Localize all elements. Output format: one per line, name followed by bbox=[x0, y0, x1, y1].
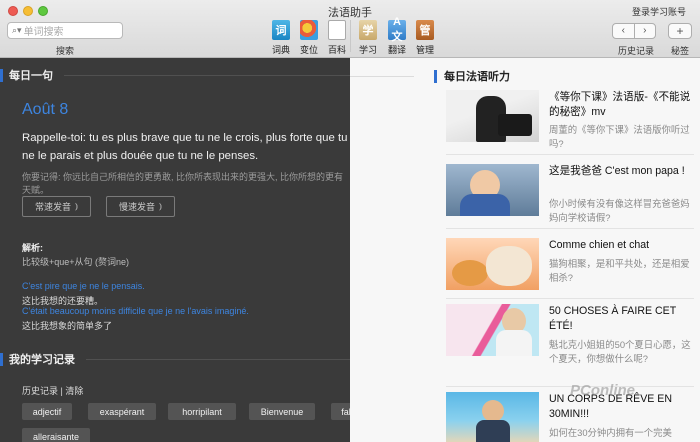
divider bbox=[350, 76, 414, 77]
item-title: 这是我爸爸 C'est mon papa ! bbox=[549, 165, 685, 177]
history-caption: 历史记录 bbox=[617, 46, 654, 56]
history-word-chip[interactable]: adjectif bbox=[22, 403, 72, 420]
button-label: 常速发音 bbox=[34, 202, 71, 212]
search-placeholder: 单词搜索 bbox=[23, 27, 64, 38]
divider bbox=[446, 154, 694, 155]
item-description: 周董的《等你下课》法语版你听过吗? bbox=[549, 124, 690, 149]
sentence-french: Rappelle-toi: tu es plus brave que tu ne… bbox=[22, 132, 348, 162]
history-word-chip[interactable]: fable bbox=[331, 403, 350, 420]
slow-speed-audio-button[interactable]: 慢速发音 ⦆ bbox=[106, 196, 175, 217]
listening-heading: 每日法语听力 bbox=[434, 68, 510, 84]
tool-dictionary-button[interactable]: 词 词典 bbox=[268, 20, 294, 56]
tool-label: 学习 bbox=[358, 45, 377, 55]
normal-speed-audio-button[interactable]: 常速发音 ⦆ bbox=[22, 196, 91, 217]
tool-label: 词典 bbox=[271, 45, 290, 55]
sentence-date: Août 8 bbox=[22, 101, 69, 118]
add-note-caption: 秘签 bbox=[670, 46, 689, 56]
tool-translate-button[interactable]: A文 翻译 bbox=[384, 16, 410, 56]
listening-item[interactable]: 50 CHOSES À FAIRE CET ÉTÉ! 魁北克小姐姐的50个夏日心… bbox=[446, 304, 694, 364]
history-heading: 我的学习记录 bbox=[0, 351, 75, 367]
dictionary-icon: 词 bbox=[272, 20, 290, 40]
learn-icon: 学 bbox=[359, 20, 377, 40]
analysis-title: 解析: bbox=[22, 243, 43, 253]
heading-accent bbox=[434, 69, 437, 83]
sound-wave-icon: ⦆ bbox=[159, 201, 162, 211]
manage-icon: 管 bbox=[416, 20, 434, 40]
window-title: 法语助手 bbox=[328, 7, 372, 19]
tool-label: 管理 bbox=[415, 45, 434, 55]
divider bbox=[446, 298, 694, 299]
example-french: C'est pire que je ne le pensais. bbox=[22, 281, 145, 291]
item-title: Comme chien et chat bbox=[549, 239, 650, 251]
item-description: 魁北克小姐姐的50个夏日心愿，这个夏天，你想做什么呢? bbox=[549, 339, 691, 364]
toolbar-divider bbox=[350, 20, 351, 52]
watermark: PConline bbox=[570, 382, 636, 399]
listening-pane: 每日法语听力 《等你下课》法语版-《不能说的秘密》mv 周董的《等你下课》法语版… bbox=[350, 58, 700, 442]
search-caption: 搜索 bbox=[55, 46, 74, 56]
video-thumbnail bbox=[446, 304, 539, 356]
login-link[interactable]: 登录学习账号 bbox=[632, 5, 686, 18]
tool-conjugation-button[interactable]: 变位 bbox=[296, 20, 322, 56]
conjugation-icon bbox=[300, 20, 318, 40]
history-word-chip[interactable]: exaspérant bbox=[88, 403, 156, 420]
analysis-body: 比较级+que+从句 (赘词ne) bbox=[22, 257, 130, 267]
item-title: 50 CHOSES À FAIRE CET ÉTÉ! bbox=[549, 305, 676, 332]
item-description: 如何在30分钟内拥有一个完美 bbox=[549, 427, 672, 438]
listening-item[interactable]: UN CORPS DE RÊVE EN 30MIN!!! 如何在30分钟内拥有一… bbox=[446, 392, 694, 442]
tool-label: 翻译 bbox=[387, 45, 406, 55]
divider bbox=[64, 75, 350, 76]
video-thumbnail bbox=[446, 392, 539, 442]
listening-item[interactable]: Comme chien et chat 猫狗相聚，是和平共处，还是相爱相杀? bbox=[446, 238, 694, 296]
search-icon: ⌕▾ bbox=[12, 25, 22, 35]
tool-label: 百科 bbox=[327, 45, 346, 55]
video-thumbnail bbox=[446, 90, 539, 142]
item-title: 《等你下课》法语版-《不能说的秘密》mv bbox=[549, 91, 691, 118]
item-description: 你小时候有没有像这样冒充爸爸妈妈向学校请假? bbox=[549, 198, 690, 223]
toolbar: 法语助手 ⌕▾ 单词搜索 搜索 词 词典 变位 W 百科 学 学习 A文 翻译 … bbox=[0, 0, 700, 58]
daily-sentence-pane: 每日一句 Août 8 Rappelle-toi: tu es plus bra… bbox=[0, 58, 350, 442]
sound-wave-icon: ⦆ bbox=[75, 201, 78, 211]
forward-button[interactable]: › bbox=[633, 24, 656, 38]
search-input[interactable]: ⌕▾ 单词搜索 bbox=[7, 22, 123, 39]
sentence-translation: 你要记得: 你远比自己所相信的更勇敢, 比你所表现出来的更强大, 比你所想的更有… bbox=[22, 172, 344, 195]
heading-text: 每日法语听力 bbox=[444, 71, 510, 83]
video-thumbnail bbox=[446, 164, 539, 216]
example-chinese: 这比我想象的简单多了 bbox=[22, 321, 113, 331]
heading-text: 每日一句 bbox=[9, 70, 53, 82]
listening-item[interactable]: 《等你下课》法语版-《不能说的秘密》mv 周董的《等你下课》法语版你听过吗? bbox=[446, 90, 694, 149]
translate-icon: A文 bbox=[388, 16, 406, 43]
add-note-button[interactable]: + bbox=[668, 23, 692, 39]
item-description: 猫狗相聚，是和平共处，还是相爱相杀? bbox=[549, 258, 690, 283]
daily-sentence-heading: 每日一句 bbox=[0, 67, 53, 83]
back-button[interactable]: ‹ bbox=[613, 24, 634, 38]
history-word-chip[interactable]: alleraisante bbox=[22, 428, 90, 442]
history-word-chip[interactable]: Bienvenue bbox=[249, 403, 315, 420]
listening-item[interactable]: 这是我爸爸 C'est mon papa ! 你小时候有没有像这样冒充爸爸妈妈向… bbox=[446, 164, 694, 223]
example-french: C'était beaucoup moins difficile que je … bbox=[22, 306, 249, 316]
video-thumbnail bbox=[446, 238, 539, 290]
button-label: 慢速发音 bbox=[118, 202, 155, 212]
history-nav: ‹ › bbox=[612, 23, 656, 39]
history-clear-links[interactable]: 历史记录 | 清除 bbox=[22, 384, 83, 397]
divider bbox=[86, 359, 350, 360]
history-word-chip[interactable]: horripilant bbox=[168, 403, 236, 420]
heading-accent bbox=[0, 352, 3, 366]
heading-accent bbox=[0, 68, 3, 82]
heading-text: 我的学习记录 bbox=[9, 354, 75, 366]
tool-manage-button[interactable]: 管 管理 bbox=[412, 20, 438, 56]
divider bbox=[446, 228, 694, 229]
wikipedia-icon: W bbox=[328, 20, 346, 40]
tool-learn-button[interactable]: 学 学习 bbox=[355, 20, 381, 56]
tool-wikipedia-button[interactable]: W 百科 bbox=[324, 20, 350, 56]
tool-label: 变位 bbox=[299, 45, 318, 55]
